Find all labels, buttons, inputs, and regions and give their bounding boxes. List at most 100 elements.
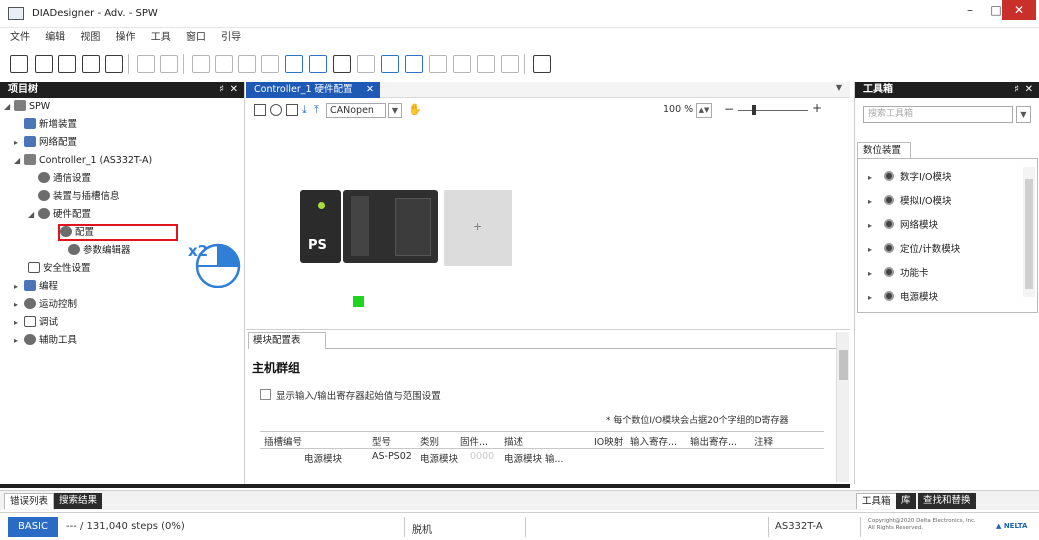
chevron-down-icon[interactable]: ▼ [1016, 106, 1031, 123]
expand-arrow-icon[interactable]: ▸ [868, 243, 884, 257]
expand-arrow-icon[interactable]: ▸ [14, 316, 24, 330]
new-project-icon[interactable] [10, 55, 28, 73]
tab-hw-config[interactable]: Controller_1 硬件配置 ✕ [246, 82, 380, 98]
column-header[interactable]: 注释 [754, 434, 773, 448]
power-supply-module[interactable]: PS [300, 190, 341, 263]
column-header[interactable]: 插槽编号 [264, 434, 302, 448]
tab-list-dropdown-icon[interactable]: ▼ [836, 83, 842, 92]
catalog-item[interactable]: ▸ 功能卡 [868, 267, 929, 281]
zoom-slider-thumb[interactable] [752, 105, 756, 115]
menu-guide[interactable]: 引导 [221, 28, 241, 48]
delete-icon[interactable] [261, 55, 279, 73]
paste-icon[interactable] [238, 55, 256, 73]
save-icon[interactable] [58, 55, 76, 73]
menu-view[interactable]: 视图 [80, 28, 100, 48]
tree-item-param-editor[interactable]: 参数编辑器 [68, 244, 131, 258]
compile-icon[interactable] [285, 55, 303, 73]
collapse-arrow-icon[interactable]: ◢ [14, 154, 24, 168]
refresh-icon[interactable] [270, 104, 282, 116]
catalog-item[interactable]: ▸ 电源模块 [868, 291, 938, 305]
grid-icon[interactable] [333, 55, 351, 73]
tab-library[interactable]: 库 [896, 493, 916, 509]
upload-icon[interactable]: ⤒ [314, 104, 326, 116]
column-header[interactable]: 输出寄存... [690, 434, 737, 448]
splitter[interactable] [246, 329, 850, 330]
column-header[interactable]: 描述 [504, 434, 523, 448]
expand-arrow-icon[interactable]: ▸ [14, 280, 24, 294]
show-register-range-checkbox[interactable] [260, 389, 271, 400]
close-icon[interactable]: ✕ [1025, 82, 1033, 98]
tab-digital-devices[interactable]: 数位装置 [857, 142, 911, 158]
redo-icon[interactable] [160, 55, 178, 73]
empty-slot[interactable]: + [444, 190, 512, 266]
upload-icon[interactable] [381, 55, 399, 73]
tree-item-hw-config[interactable]: ◢ 硬件配置 [28, 208, 91, 222]
catalog-item[interactable]: ▸ 数字I/O模块 [868, 171, 951, 185]
scrollbar-thumb[interactable] [1025, 179, 1033, 289]
tree-item-motion[interactable]: ▸ 运动控制 [14, 298, 77, 312]
chevron-down-icon[interactable]: ▼ [388, 103, 402, 118]
tree-root[interactable]: ◢ SPW [4, 100, 50, 114]
tree-item-new-device[interactable]: 新增装置 [24, 118, 77, 132]
scan-icon[interactable] [254, 104, 266, 116]
cpu-module[interactable] [343, 190, 438, 263]
column-header[interactable]: IO映射 [594, 434, 623, 448]
network-scan-icon[interactable] [309, 55, 327, 73]
pin-icon[interactable]: ♯ [219, 82, 224, 98]
stop-icon[interactable] [501, 55, 519, 73]
collapse-arrow-icon[interactable]: ◢ [4, 100, 14, 114]
catalog-item[interactable]: ▸ 模拟I/O模块 [868, 195, 951, 209]
tree-item-programming[interactable]: ▸ 编程 [14, 280, 58, 294]
zoom-in-button[interactable]: + [812, 101, 822, 115]
undo-icon[interactable] [137, 55, 155, 73]
tree-item-safety[interactable]: 安全性设置 [28, 262, 91, 276]
menu-edit[interactable]: 编辑 [45, 28, 65, 48]
expand-arrow-icon[interactable]: ▸ [868, 291, 884, 305]
catalog-item[interactable]: ▸ 网络模块 [868, 219, 938, 233]
run-icon[interactable] [477, 55, 495, 73]
pin-icon[interactable]: ♯ [1014, 82, 1019, 98]
tab-error-list[interactable]: 错误列表 [4, 493, 55, 509]
tab-close-icon[interactable]: ✕ [366, 82, 374, 98]
tree-item-device-info[interactable]: 装置与插槽信息 [38, 190, 120, 204]
toolbox-scrollbar[interactable] [1023, 167, 1035, 297]
tree-item-aux-tools[interactable]: ▸ 辅助工具 [14, 334, 77, 348]
toolbox-search-input[interactable]: 搜索工具箱 [863, 106, 1013, 123]
protocol-select[interactable]: CANopen [326, 103, 386, 118]
tab-toolbox[interactable]: 工具箱 [856, 493, 897, 509]
expand-arrow-icon[interactable]: ▸ [868, 171, 884, 185]
download-icon[interactable] [405, 55, 423, 73]
expand-arrow-icon[interactable]: ▸ [14, 136, 24, 150]
column-header[interactable]: 输入寄存... [630, 434, 677, 448]
menu-window[interactable]: 窗口 [186, 28, 206, 48]
download-icon[interactable]: ⤓ [302, 104, 314, 116]
tab-module-config-table[interactable]: 模块配置表 [248, 332, 326, 349]
table-row[interactable]: 电源模块 AS-PS02 电源模块 0000 电源模块 输... [260, 450, 824, 466]
scrollbar-thumb[interactable] [839, 350, 848, 380]
column-header[interactable]: 类别 [420, 434, 439, 448]
monitor-stop-icon[interactable] [453, 55, 471, 73]
expand-arrow-icon[interactable]: ▸ [14, 334, 24, 348]
zoom-slider[interactable] [738, 110, 808, 111]
online-icon[interactable] [357, 55, 375, 73]
expand-arrow-icon[interactable]: ▸ [14, 298, 24, 312]
tree-item-debug[interactable]: ▸ 调试 [14, 316, 58, 330]
tree-item-comm-settings[interactable]: 通信设置 [38, 172, 91, 186]
hand-icon[interactable]: ✋ [408, 104, 422, 116]
cut-icon[interactable] [192, 55, 210, 73]
zoom-spinner[interactable]: ▲▼ [696, 103, 712, 118]
menu-operate[interactable]: 操作 [116, 28, 136, 48]
menu-tools[interactable]: 工具 [151, 28, 171, 48]
expand-arrow-icon[interactable]: ▸ [868, 219, 884, 233]
menu-file[interactable]: 文件 [10, 28, 30, 48]
print-icon[interactable] [82, 55, 100, 73]
add-module-icon[interactable]: + [473, 220, 482, 233]
collapse-arrow-icon[interactable]: ◢ [28, 208, 38, 222]
layout-icon[interactable] [533, 55, 551, 73]
tab-search-results[interactable]: 搜索结果 [54, 493, 103, 509]
tab-find-replace[interactable]: 查找和替换 [918, 493, 976, 509]
close-button[interactable]: ✕ [1002, 0, 1036, 20]
column-header[interactable]: 型号 [372, 434, 391, 448]
copy-icon[interactable] [215, 55, 233, 73]
catalog-item[interactable]: ▸ 定位/计数模块 [868, 243, 960, 257]
